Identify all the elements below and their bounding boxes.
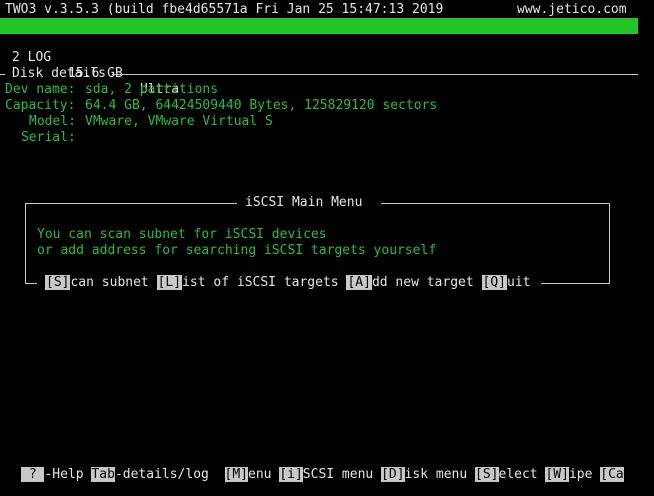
button-label: ist of iSCSI targets: [182, 275, 339, 290]
button-label: can subnet: [70, 275, 149, 290]
dev-name-value: sda, 2 partitions: [85, 82, 219, 97]
dialog-border-top-left: [25, 203, 237, 204]
hotkey-label: -details/log: [114, 467, 209, 482]
disk-number: 2 LOG: [12, 50, 52, 65]
hotkey-key: [M]: [224, 467, 248, 482]
button-hotkey: [S]: [45, 275, 71, 290]
dialog-border-bottom-right: [541, 283, 610, 284]
hotkey-label: -Help: [44, 467, 84, 482]
dialog-border-bottom-left: [25, 283, 37, 284]
help-hotkey[interactable]: ? -Help: [21, 467, 84, 482]
capacity-label: Capacity:: [5, 98, 76, 113]
model-label: Model:: [29, 114, 76, 129]
button-hotkey: [Q]: [481, 275, 507, 290]
quit-button[interactable]: [Q]uit: [481, 275, 531, 290]
iscsi-menu-hotkey[interactable]: [i]SCSI menu: [279, 467, 373, 482]
hotkey-key: [S]: [475, 467, 499, 482]
serial-label: Serial:: [21, 130, 76, 145]
disk-row-selected[interactable]: 1 64.4 GB VMware Virtual S: [0, 18, 638, 81]
hotkey-key: ?: [21, 467, 45, 482]
dialog-message-line1: You can scan subnet for iSCSI devices: [37, 227, 327, 242]
hotkey-key: [D]: [381, 467, 405, 482]
hotkey-key: Tab: [91, 467, 115, 482]
divider-left: [0, 74, 5, 75]
add-target-button[interactable]: [A]dd new target: [346, 275, 474, 290]
divider-right: [112, 74, 638, 75]
hotkey-label: elect: [498, 467, 538, 482]
section-title-disk-details: Disk details: [12, 66, 106, 81]
dialog-button-bar: [S]can subnet [L]ist of iSCSI targets [A…: [45, 275, 530, 291]
wipe-hotkey[interactable]: [W]ipe: [545, 467, 592, 482]
dialog-title: iSCSI Main Menu: [245, 195, 363, 210]
hotkey-key: [Ca: [600, 467, 624, 482]
dialog-message-line2: or add address for searching iSCSI targe…: [37, 243, 437, 258]
capacity-value: 64.4 GB, 64424509440 Bytes, 125829120 se…: [85, 98, 438, 113]
app-title: TWO3 v.3.5.3 (build fbe4d65571a Fri Jan …: [5, 2, 444, 17]
disk-size: 64.4 GB: [68, 50, 123, 65]
cancel-hotkey[interactable]: [Ca: [600, 467, 624, 482]
menu-hotkey[interactable]: [M]enu: [224, 467, 272, 482]
hotkey-key: [W]: [545, 467, 569, 482]
scan-subnet-button[interactable]: [S]can subnet: [45, 275, 149, 290]
button-hotkey: [L]: [156, 275, 183, 290]
dev-name-label: Dev name:: [5, 82, 76, 97]
dialog-border-left: [25, 203, 26, 283]
tab-details-hotkey[interactable]: Tab-details/log: [91, 467, 209, 482]
button-label: dd new target: [371, 275, 474, 290]
disk-menu-hotkey[interactable]: [D]isk menu: [381, 467, 467, 482]
list-targets-button[interactable]: [L]ist of iSCSI targets: [156, 275, 339, 290]
hotkey-label: enu: [248, 467, 272, 482]
button-label: uit: [507, 275, 531, 290]
hotkey-label: SCSI menu: [302, 467, 374, 482]
button-hotkey: [A]: [346, 275, 372, 290]
hotkey-key: [i]: [279, 467, 303, 482]
disk-row[interactable]: 2 LOG 15.6 GB Ultra: [0, 34, 638, 97]
hotkey-label: isk menu: [404, 467, 468, 482]
model-value: VMware, VMware Virtual S: [85, 114, 273, 129]
dialog-border-top-right: [381, 203, 610, 204]
select-hotkey[interactable]: [S]elect: [475, 467, 538, 482]
dialog-border-right: [609, 203, 610, 283]
website-label: www.jetico.com: [517, 2, 627, 17]
footer-hotkey-bar: ? -Help Tab-details/log [M]enu [i]SCSI m…: [21, 467, 624, 483]
hotkey-label: ipe: [568, 467, 593, 482]
